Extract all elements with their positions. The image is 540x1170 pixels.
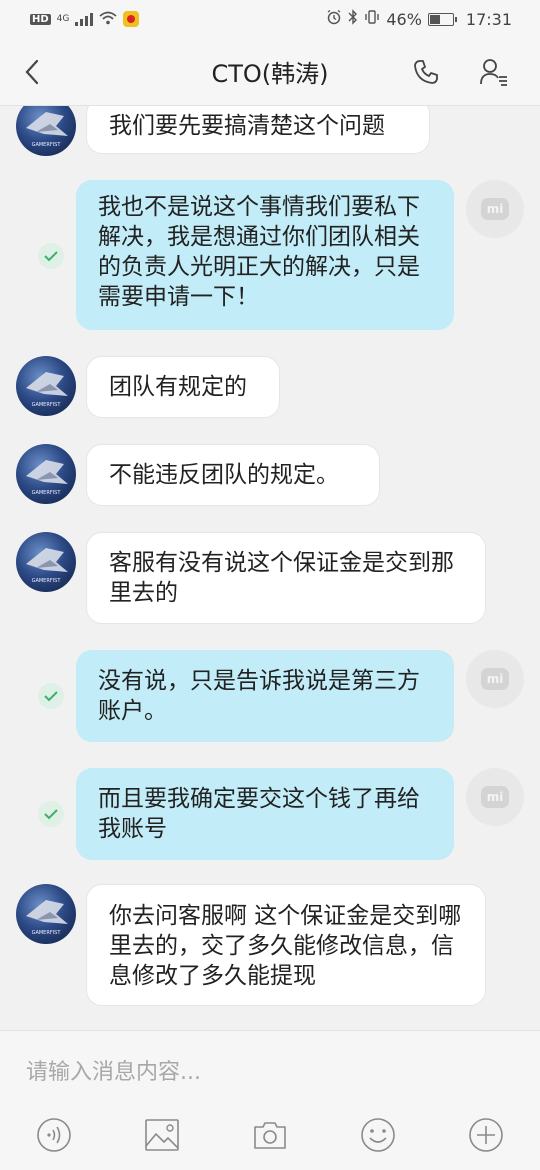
- svg-text:GAMERFIST: GAMERFIST: [32, 490, 62, 496]
- page-title: CTO(韩涛): [211, 60, 329, 88]
- contact-avatar[interactable]: GAMERFIST: [16, 532, 76, 592]
- composer: [0, 1030, 540, 1170]
- svg-text:GAMERFIST: GAMERFIST: [32, 578, 62, 584]
- mi-logo-icon: mi: [481, 668, 509, 690]
- message-bubble-incoming[interactable]: 我们要先要搞清楚这个问题: [86, 106, 430, 154]
- user-avatar[interactable]: mi: [466, 650, 524, 708]
- message-bubble-outgoing[interactable]: 而且要我确定要交这个钱了再给我账号: [76, 768, 454, 860]
- message-bubble-incoming[interactable]: 不能违反团队的规定。: [86, 444, 380, 506]
- person-list-icon: [480, 59, 507, 86]
- contact-avatar[interactable]: GAMERFIST: [16, 444, 76, 504]
- svg-text:GAMERFIST: GAMERFIST: [32, 142, 62, 148]
- voice-button[interactable]: [34, 1115, 74, 1155]
- contact-info-button[interactable]: [474, 52, 514, 92]
- hd-indicator: HD: [30, 13, 51, 25]
- read-check-icon: [38, 243, 64, 269]
- emoji-icon: [361, 1118, 395, 1152]
- network-type: 4G: [56, 14, 70, 24]
- voice-icon: [37, 1118, 71, 1152]
- svg-text:GAMERFIST: GAMERFIST: [32, 402, 62, 408]
- call-button[interactable]: [406, 52, 446, 92]
- message-list[interactable]: GAMERFIST 我们要先要搞清楚这个问题 我也不是说这个事情我们要私下解决，…: [0, 106, 540, 1030]
- read-check-icon: [38, 683, 64, 709]
- message-bubble-incoming[interactable]: 客服有没有说这个保证金是交到那里去的: [86, 532, 486, 624]
- camera-button[interactable]: [250, 1115, 290, 1155]
- wifi-icon: [99, 10, 117, 29]
- user-avatar[interactable]: mi: [466, 180, 524, 238]
- contact-avatar[interactable]: GAMERFIST: [16, 884, 76, 944]
- message-input[interactable]: [14, 1049, 514, 1095]
- status-bar: HD 4G 46% 17:31: [0, 0, 540, 38]
- user-avatar[interactable]: mi: [466, 768, 524, 826]
- message-bubble-outgoing[interactable]: 没有说，只是告诉我说是第三方账户。: [76, 650, 454, 742]
- image-button[interactable]: [142, 1115, 182, 1155]
- mi-logo-icon: mi: [481, 786, 509, 808]
- battery-icon: [427, 12, 457, 26]
- message-bubble-outgoing[interactable]: 我也不是说这个事情我们要私下解决，我是想通过你们团队相关的负责人光明正大的解决，…: [76, 180, 454, 330]
- signal-icon: [75, 12, 94, 26]
- plus-icon: [469, 1118, 503, 1152]
- message-bubble-incoming[interactable]: 团队有规定的: [86, 356, 280, 418]
- alarm-icon: [326, 9, 342, 29]
- contact-avatar[interactable]: GAMERFIST: [16, 356, 76, 416]
- read-check-icon: [38, 801, 64, 827]
- battery-percent: 46%: [386, 9, 422, 29]
- message-bubble-incoming[interactable]: 你去问客服啊 这个保证金是交到哪里去的，交了多久能修改信息，信息修改了多久能提现: [86, 884, 486, 1006]
- contact-avatar[interactable]: GAMERFIST: [16, 106, 76, 156]
- mi-logo-icon: mi: [481, 198, 509, 220]
- image-icon: [145, 1119, 179, 1151]
- clock-time: 17:31: [465, 9, 512, 29]
- camera-icon: [254, 1122, 286, 1149]
- more-button[interactable]: [466, 1115, 506, 1155]
- emoji-button[interactable]: [358, 1115, 398, 1155]
- bluetooth-icon: [348, 9, 358, 29]
- vibrate-icon: [364, 9, 380, 29]
- phone-icon: [414, 60, 438, 84]
- back-arrow-icon: [25, 59, 39, 85]
- chat-header: CTO(韩涛): [0, 38, 540, 106]
- back-button[interactable]: [14, 54, 50, 90]
- svg-text:GAMERFIST: GAMERFIST: [32, 930, 62, 936]
- notification-app-icon: [123, 11, 140, 27]
